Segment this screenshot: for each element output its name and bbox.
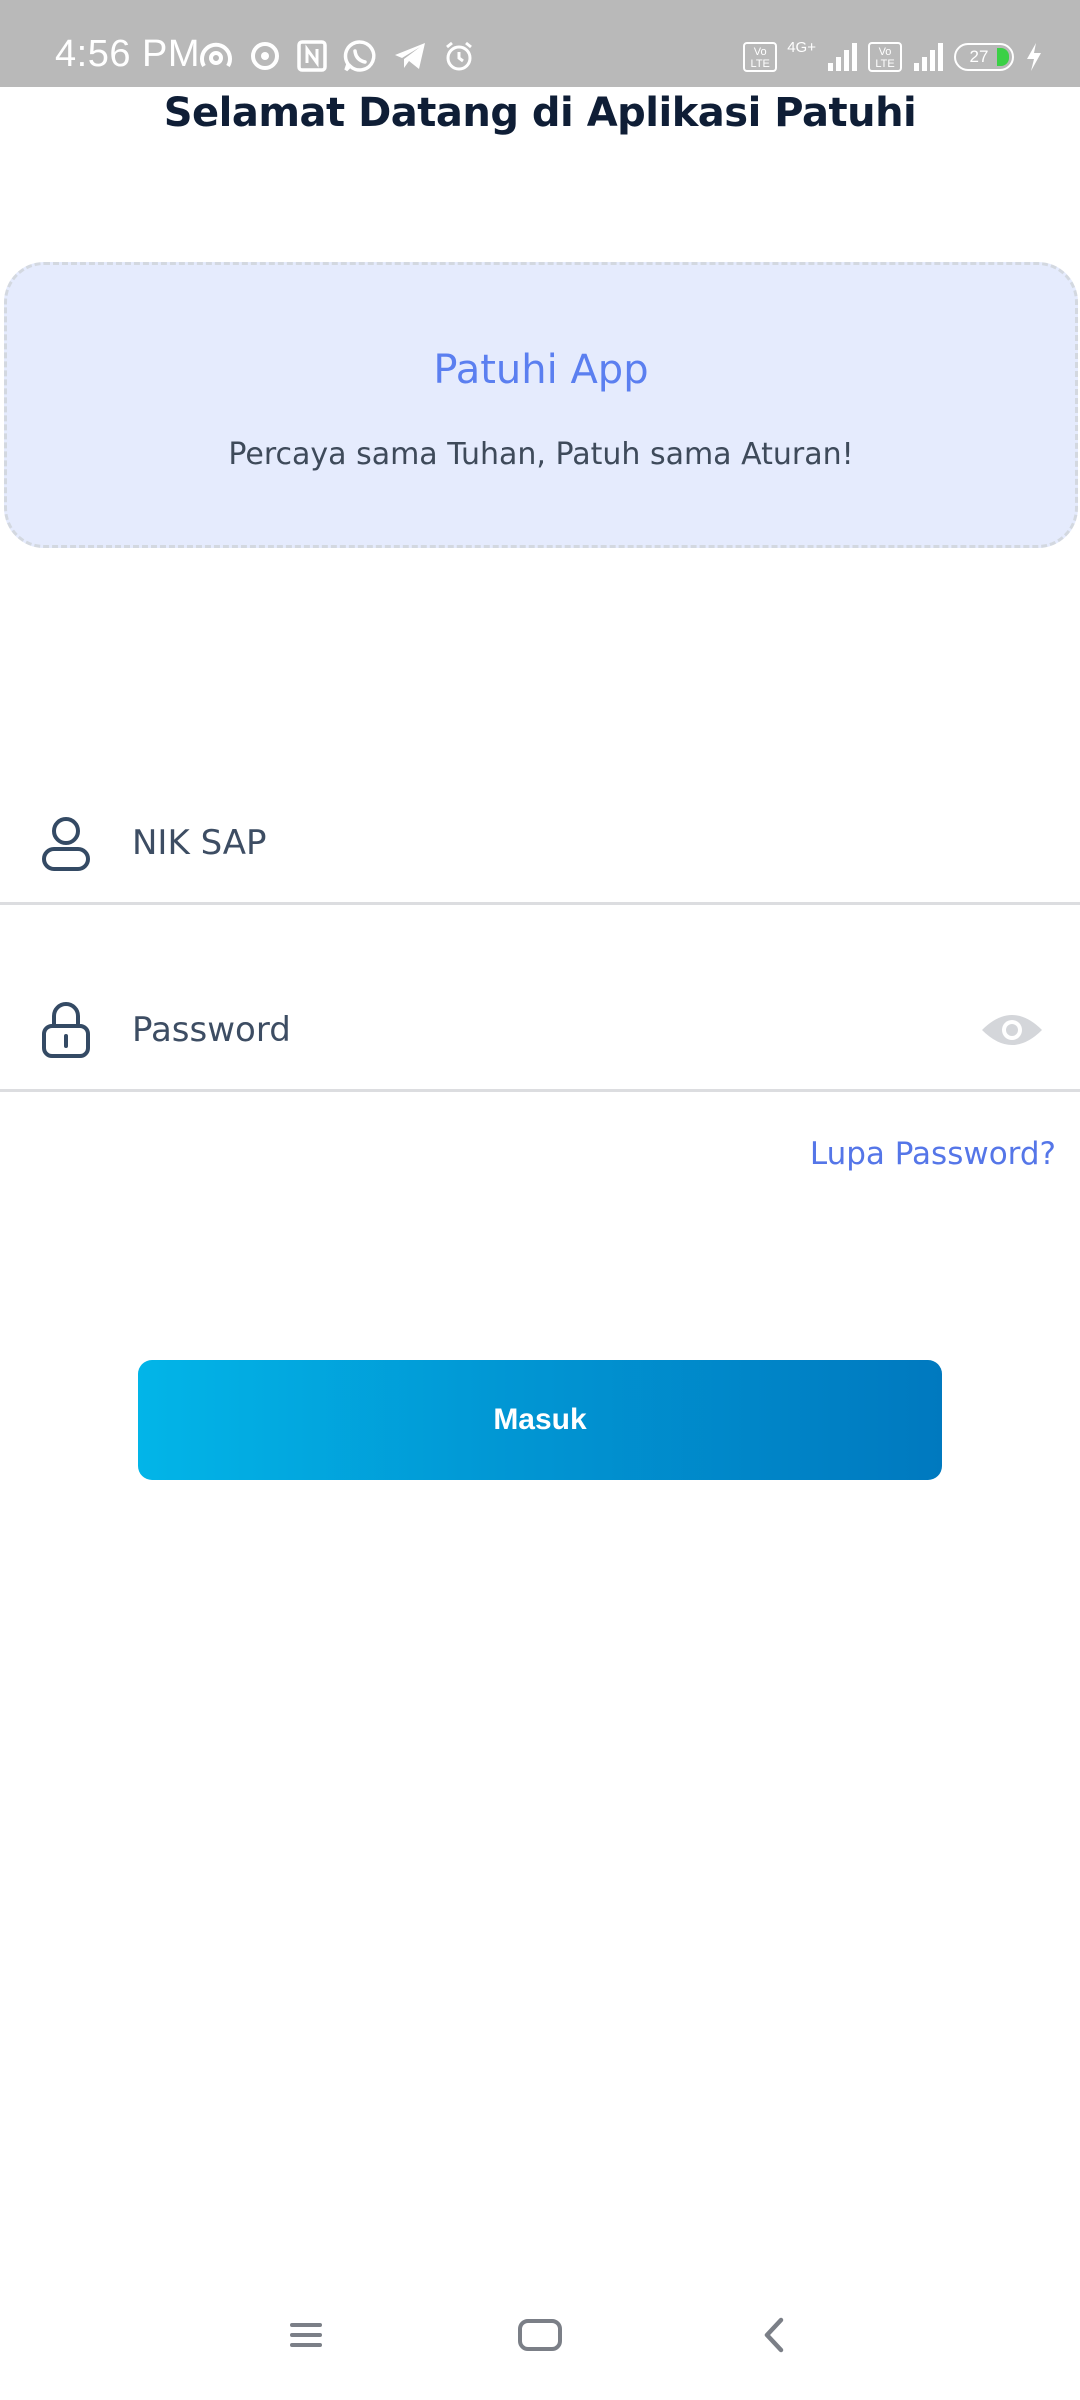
battery-fill — [997, 48, 1009, 66]
whatsapp-icon — [343, 40, 376, 72]
back-icon — [764, 2317, 784, 2353]
nik-input[interactable] — [132, 813, 932, 873]
user-icon — [42, 817, 90, 871]
alarm-icon — [446, 41, 472, 71]
battery-icon: 27 — [954, 43, 1014, 71]
banner-subtitle: Percaya sama Tuhan, Patuh sama Aturan! — [228, 437, 854, 472]
volte-icon: Vo LTE — [743, 42, 778, 72]
home-button[interactable] — [500, 2300, 580, 2370]
status-right-icons: Vo LTE 4G+ Vo LTE 27 — [743, 36, 1044, 78]
nfc-icon — [297, 40, 327, 72]
network-type-label: 4G+ — [787, 38, 816, 56]
login-button[interactable]: Masuk — [138, 1360, 942, 1480]
forgot-password-link[interactable]: Lupa Password? — [810, 1136, 1056, 1172]
lock-icon — [42, 1002, 90, 1058]
page-title: Selamat Datang di Aplikasi Patuhi — [163, 90, 917, 136]
banner-card: Patuhi App Percaya sama Tuhan, Patuh sam… — [4, 262, 1078, 548]
signal-icon — [828, 43, 857, 71]
back-button[interactable] — [734, 2300, 814, 2370]
signal-icon — [914, 43, 943, 71]
navigation-bar — [0, 2280, 1080, 2390]
menu-icon — [290, 2323, 322, 2347]
password-field — [0, 972, 1080, 1092]
battery-level: 27 — [969, 47, 989, 66]
banner-title: Patuhi App — [433, 347, 649, 393]
status-bar: 4:56 PM Vo LTE 4G+ Vo LTE 27 — [0, 0, 1080, 87]
password-input[interactable] — [132, 1000, 932, 1060]
sync-icon — [251, 42, 279, 70]
status-time: 4:56 PM — [55, 33, 201, 75]
volte-icon: Vo LTE — [868, 42, 902, 72]
status-left-icons — [198, 36, 476, 76]
nik-field — [0, 785, 1080, 905]
hotspot-icon — [200, 42, 232, 68]
recent-apps-button[interactable] — [266, 2300, 346, 2370]
telegram-icon — [395, 43, 425, 69]
home-icon — [518, 2319, 562, 2351]
eye-icon[interactable] — [980, 1008, 1044, 1052]
charging-icon — [1027, 43, 1041, 71]
